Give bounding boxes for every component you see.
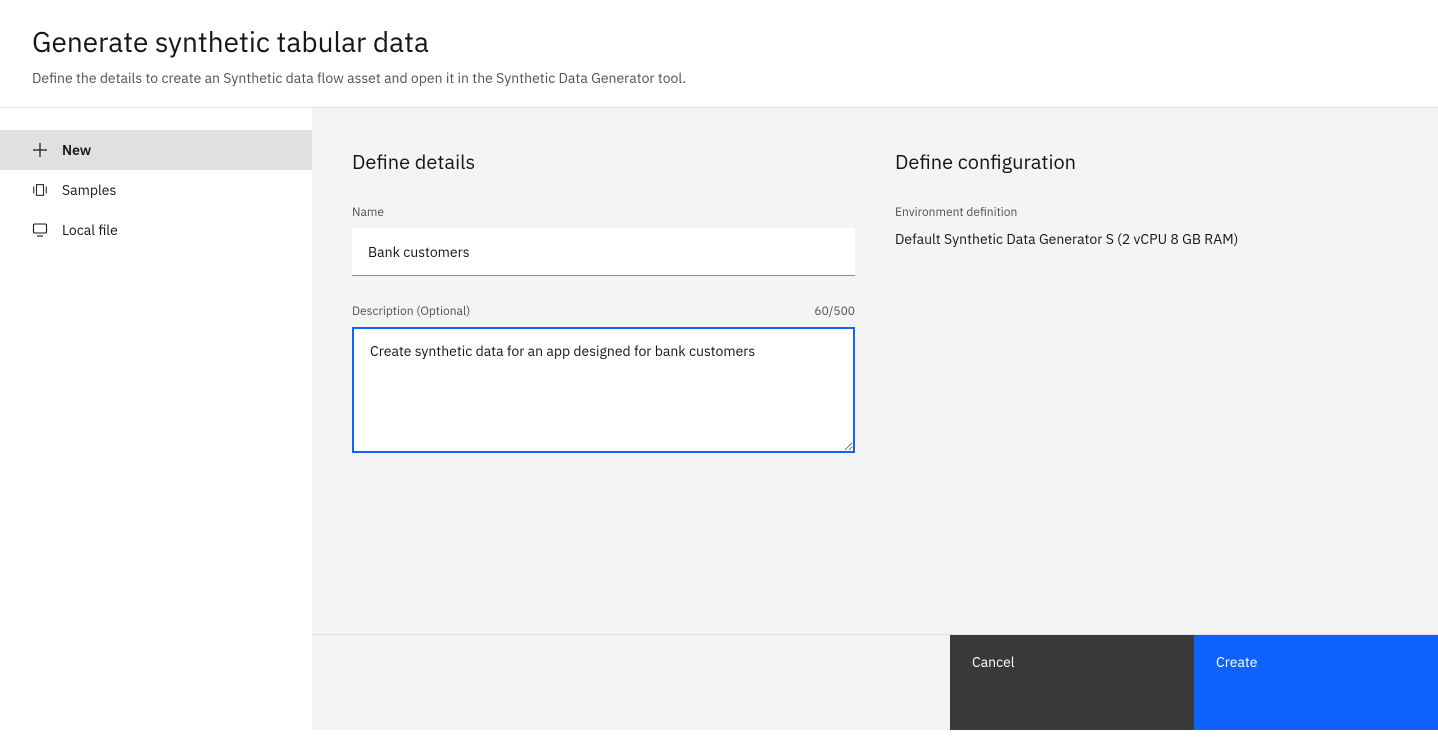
page-subtitle: Define the details to create an Syntheti…: [32, 69, 1406, 87]
details-heading: Define details: [352, 148, 855, 175]
page-title: Generate synthetic tabular data: [32, 24, 1406, 59]
configuration-heading: Define configuration: [895, 148, 1398, 175]
sidebar-item-local-file[interactable]: Local file: [0, 210, 312, 250]
plus-icon: [32, 142, 48, 158]
description-label: Description (Optional): [352, 304, 470, 319]
configuration-section: Define configuration Environment definit…: [895, 148, 1398, 634]
name-field: Name: [352, 205, 855, 276]
desktop-icon: [32, 222, 48, 238]
sidebar-item-label: Samples: [62, 181, 116, 199]
details-section: Define details Name Description (Optiona…: [352, 148, 855, 634]
sidebar-item-samples[interactable]: Samples: [0, 170, 312, 210]
create-button[interactable]: Create: [1194, 635, 1438, 730]
description-field: Description (Optional) 60/500: [352, 304, 855, 458]
carousel-icon: [32, 182, 48, 198]
name-input[interactable]: [352, 228, 855, 276]
sidebar-item-new[interactable]: New: [0, 130, 312, 170]
footer: Cancel Create: [312, 634, 1438, 730]
main-panel: Define details Name Description (Optiona…: [312, 108, 1438, 730]
char-count: 60/500: [814, 304, 855, 319]
name-label: Name: [352, 205, 855, 220]
description-input[interactable]: [352, 327, 855, 453]
page-header: Generate synthetic tabular data Define t…: [0, 0, 1438, 108]
cancel-button[interactable]: Cancel: [950, 635, 1194, 730]
sidebar-item-label: New: [62, 141, 91, 159]
environment-label: Environment definition: [895, 205, 1398, 220]
sidebar-item-label: Local file: [62, 221, 118, 239]
environment-value: Default Synthetic Data Generator S (2 vC…: [895, 230, 1398, 248]
sidebar: New Samples Local file: [0, 108, 312, 730]
